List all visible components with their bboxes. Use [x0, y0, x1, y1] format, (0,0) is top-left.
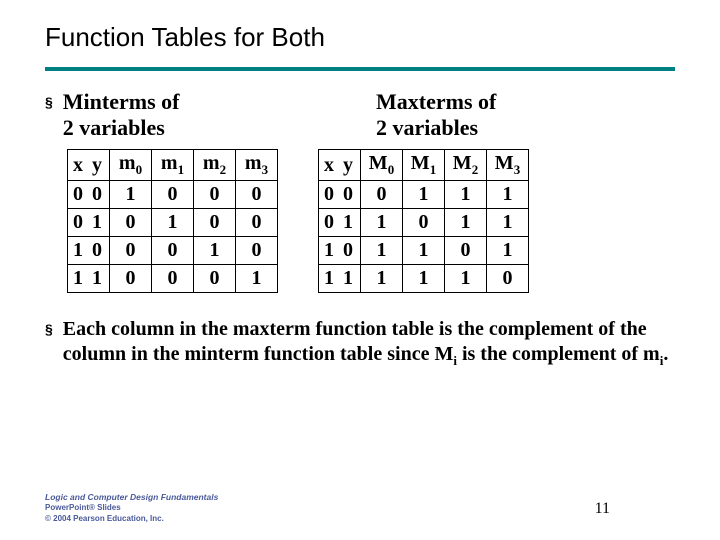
cell: 1	[152, 209, 194, 237]
cell: 1	[110, 181, 152, 209]
cell: 1 0	[68, 237, 110, 265]
bullet-icon: §	[45, 321, 53, 339]
cell: 1	[194, 237, 236, 265]
cell: 1	[361, 265, 403, 293]
cell: 1 1	[319, 265, 361, 293]
cell: 0	[194, 209, 236, 237]
cell: 1	[445, 265, 487, 293]
content-area: § Minterms of2 variables Maxterms of2 va…	[0, 71, 720, 293]
cell: 0 0	[68, 181, 110, 209]
cell: 0	[152, 181, 194, 209]
maxterms-heading: Maxterms of2 variables	[376, 89, 496, 140]
minterms-heading-wrap: § Minterms of2 variables	[45, 89, 360, 141]
col-header: m3	[236, 150, 278, 181]
cell: 0	[152, 237, 194, 265]
cell: 1	[445, 181, 487, 209]
cell: 0	[110, 237, 152, 265]
cell: 1	[487, 209, 529, 237]
table-headings-row: § Minterms of2 variables Maxterms of2 va…	[45, 89, 675, 141]
table-row: 1 00010	[68, 237, 278, 265]
cell: 0	[236, 181, 278, 209]
note-text: Each column in the maxterm function tabl…	[63, 317, 675, 369]
table-header-row: x yM0M1M2M3	[319, 150, 529, 181]
cell: 0	[236, 209, 278, 237]
cell: 0	[403, 209, 445, 237]
cell: 1	[361, 237, 403, 265]
col-header: M2	[445, 150, 487, 181]
table-header-row: x ym0m1m2m3	[68, 150, 278, 181]
col-header: m0	[110, 150, 152, 181]
cell: 0	[152, 265, 194, 293]
cell: 1	[236, 265, 278, 293]
cell: 1	[487, 181, 529, 209]
minterm-table: x ym0m1m2m30 010000 101001 000101 10001	[67, 149, 278, 293]
col-header: m1	[152, 150, 194, 181]
table-row: 1 10001	[68, 265, 278, 293]
footer-line2: PowerPoint® Slides	[45, 503, 218, 513]
slide-title: Function Tables for Both	[0, 0, 720, 53]
cell: 0 1	[319, 209, 361, 237]
page-number: 11	[595, 500, 610, 518]
cell: 0	[194, 265, 236, 293]
cell: 0	[194, 181, 236, 209]
maxterms-heading-wrap: Maxterms of2 variables	[360, 89, 675, 141]
footer-credits: Logic and Computer Design Fundamentals P…	[45, 492, 218, 524]
table-row: 1 11110	[319, 265, 529, 293]
cell: 1 0	[319, 237, 361, 265]
col-header: x y	[319, 150, 361, 181]
cell: 1	[487, 237, 529, 265]
cell: 1	[403, 237, 445, 265]
footer-line1: Logic and Computer Design Fundamentals	[45, 492, 218, 503]
cell: 0	[445, 237, 487, 265]
col-header: m2	[194, 150, 236, 181]
table-row: 0 11011	[319, 209, 529, 237]
note-block: § Each column in the maxterm function ta…	[0, 293, 720, 369]
cell: 1	[445, 209, 487, 237]
cell: 0 0	[319, 181, 361, 209]
cell: 0	[361, 181, 403, 209]
maxterm-table: x yM0M1M2M30 001110 110111 011011 11110	[318, 149, 529, 293]
footer-line3: © 2004 Pearson Education, Inc.	[45, 514, 218, 524]
cell: 1 1	[68, 265, 110, 293]
cell: 1	[403, 181, 445, 209]
bullet-icon: §	[45, 94, 53, 110]
cell: 0	[110, 265, 152, 293]
table-row: 0 10100	[68, 209, 278, 237]
cell: 0	[110, 209, 152, 237]
table-row: 1 01101	[319, 237, 529, 265]
col-header: M1	[403, 150, 445, 181]
col-header: M0	[361, 150, 403, 181]
cell: 1	[403, 265, 445, 293]
cell: 0	[487, 265, 529, 293]
cell: 0 1	[68, 209, 110, 237]
table-row: 0 00111	[319, 181, 529, 209]
cell: 0	[236, 237, 278, 265]
col-header: x y	[68, 150, 110, 181]
cell: 1	[361, 209, 403, 237]
minterms-heading: Minterms of2 variables	[63, 89, 180, 141]
tables-row: x ym0m1m2m30 010000 101001 000101 10001 …	[67, 149, 675, 293]
table-row: 0 01000	[68, 181, 278, 209]
col-header: M3	[487, 150, 529, 181]
